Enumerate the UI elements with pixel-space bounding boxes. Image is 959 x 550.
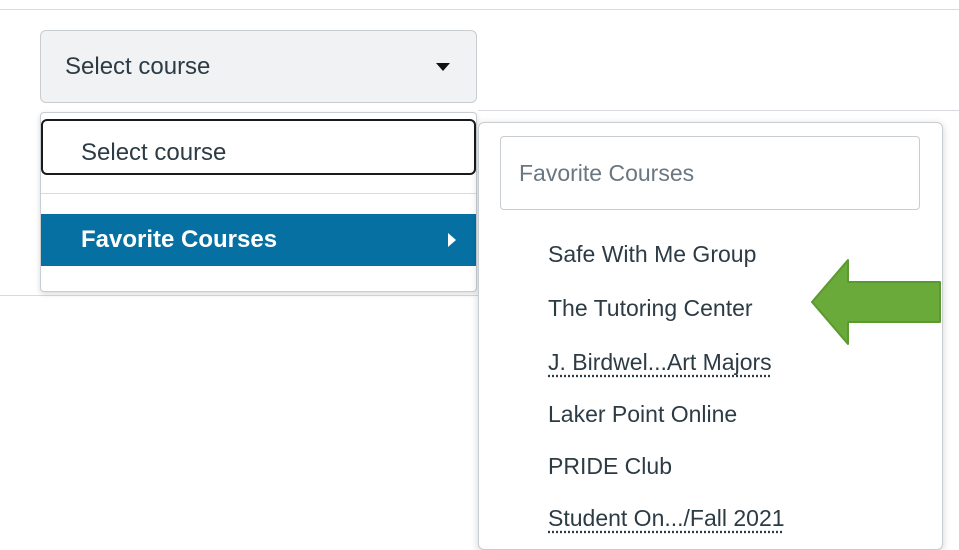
menu-item-favorite-courses[interactable]: Favorite Courses — [41, 214, 476, 266]
caret-right-icon — [448, 233, 456, 247]
divider-middle — [478, 110, 959, 111]
course-item-the-tutoring-center[interactable]: The Tutoring Center — [548, 295, 753, 322]
menu-item-label: Favorite Courses — [81, 226, 278, 253]
course-menu: Select course Favorite Courses — [40, 112, 477, 292]
course-item-laker-point-online[interactable]: Laker Point Online — [548, 401, 737, 428]
favorite-courses-submenu: Safe With Me Group The Tutoring Center J… — [478, 122, 943, 550]
course-select-button[interactable]: Select course — [40, 30, 477, 103]
course-item-student-on-fall-2021[interactable]: Student On.../Fall 2021 — [548, 505, 785, 532]
course-item-pride-club[interactable]: PRIDE Club — [548, 453, 672, 480]
divider-top — [0, 9, 959, 10]
menu-item-label: Select course — [81, 139, 227, 166]
course-select-label: Select course — [65, 52, 211, 80]
caret-down-icon — [436, 62, 450, 71]
course-item-j-birdwel-art-majors[interactable]: J. Birdwel...Art Majors — [548, 349, 772, 376]
menu-separator — [41, 193, 476, 194]
menu-item-select-course[interactable]: Select course — [41, 119, 476, 175]
favorite-courses-search-input[interactable] — [500, 136, 920, 210]
divider-lower — [0, 295, 480, 296]
page: Select course Select course Favorite Cou… — [0, 0, 959, 550]
course-item-safe-with-me-group[interactable]: Safe With Me Group — [548, 241, 756, 268]
